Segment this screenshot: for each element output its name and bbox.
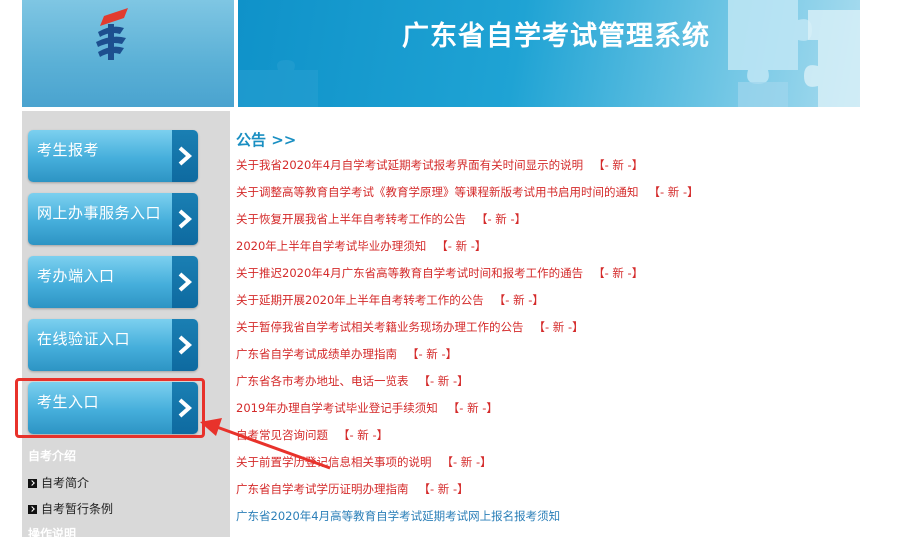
chevron-right-icon — [172, 130, 198, 182]
puzzle-decoration-icon — [728, 0, 860, 107]
nav-button-label: 考办端入口 — [37, 267, 115, 285]
notice-text: 关于我省2020年4月自学考试延期考试报考界面有关时间显示的说明 — [236, 158, 584, 172]
new-badge: 【- 新 -】 — [338, 428, 389, 442]
sidebar: 考生报考 网上办事服务入口 考办端入口 在线验证入口 考生入口 自考介绍 自考简… — [22, 111, 230, 541]
chevron-right-icon — [172, 256, 198, 308]
nav-button-online-services[interactable]: 网上办事服务入口 — [28, 193, 198, 245]
notice-link[interactable]: 广东省2020年4月高等教育自学考试延期考试网上报名报考须知 — [236, 507, 699, 534]
nav-button-exam-office[interactable]: 考办端入口 — [28, 256, 198, 308]
notice-text: 关于延期开展2020年上半年自考转考工作的公告 — [236, 293, 484, 307]
notice-link[interactable]: 广东省各市考办地址、电话一览表 【- 新 -】 — [236, 372, 699, 399]
nav-button-online-verification[interactable]: 在线验证入口 — [28, 319, 198, 371]
notice-link[interactable]: 广东省自学考试学历证明办理指南 【- 新 -】 — [236, 480, 699, 507]
new-badge: 【- 新 -】 — [441, 455, 492, 469]
chevron-right-icon — [172, 319, 198, 371]
new-badge: 【- 新 -】 — [493, 293, 544, 307]
new-badge: 【- 新 -】 — [447, 401, 498, 415]
sidebar-link-intro[interactable]: 自考简介 — [28, 474, 89, 491]
notice-text: 广东省自学考试学历证明办理指南 — [236, 482, 409, 496]
sidebar-section-instructions-heading: 操作说明 — [28, 527, 77, 541]
notice-link[interactable]: 关于恢复开展我省上半年自考转考工作的公告 【- 新 -】 — [236, 210, 699, 237]
notice-link[interactable]: 关于暂停我省自学考试相关考籍业务现场办理工作的公告 【- 新 -】 — [236, 318, 699, 345]
puzzle-left-decoration-icon — [238, 60, 318, 107]
notice-text: 关于恢复开展我省上半年自考转考工作的公告 — [236, 212, 466, 226]
notice-heading: 公告 >> — [236, 131, 297, 149]
bullet-arrow-icon — [28, 505, 37, 514]
new-badge: 【- 新 -】 — [533, 320, 584, 334]
chevron-right-icon — [172, 193, 198, 245]
new-badge: 【- 新 -】 — [593, 266, 644, 280]
header-banner: 广东省自学考试管理系统 — [238, 0, 860, 107]
notice-link[interactable]: 关于推迟2020年4月广东省高等教育自学考试时间和报考工作的通告 【- 新 -】 — [236, 264, 699, 291]
notice-link[interactable]: 关于我省2020年4月自学考试延期考试报考界面有关时间显示的说明 【- 新 -】 — [236, 156, 699, 183]
system-title: 广东省自学考试管理系统 — [402, 21, 710, 52]
new-badge: 【- 新 -】 — [648, 185, 699, 199]
sidebar-link-label: 自考暂行条例 — [41, 502, 114, 516]
notice-link[interactable]: 广东省自学考试成绩单办理指南 【- 新 -】 — [236, 345, 699, 372]
notice-text: 广东省各市考办地址、电话一览表 — [236, 374, 409, 388]
notice-text: 广东省自学考试成绩单办理指南 — [236, 347, 397, 361]
notice-link[interactable]: 关于调整高等教育自学考试《教育学原理》等课程新版考试用书启用时间的通知 【- 新 … — [236, 183, 699, 210]
notice-text: 广东省2020年4月高等教育自学考试延期考试网上报名报考须知 — [236, 509, 561, 523]
notice-text: 2020年上半年自学考试毕业办理须知 — [236, 239, 427, 253]
logo-icon — [96, 8, 128, 60]
nav-button-label: 在线验证入口 — [37, 330, 131, 348]
new-badge: 【- 新 -】 — [407, 347, 458, 361]
nav-button-exam-registration[interactable]: 考生报考 — [28, 130, 198, 182]
nav-button-label: 考生报考 — [37, 141, 100, 159]
notice-list: 关于我省2020年4月自学考试延期考试报考界面有关时间显示的说明 【- 新 -】 … — [236, 156, 699, 534]
sidebar-section-intro-heading: 自考介绍 — [28, 449, 77, 463]
new-badge: 【- 新 -】 — [418, 374, 469, 388]
new-badge: 【- 新 -】 — [418, 482, 469, 496]
notice-text: 关于暂停我省自学考试相关考籍业务现场办理工作的公告 — [236, 320, 524, 334]
sidebar-link-regulations[interactable]: 自考暂行条例 — [28, 500, 113, 517]
new-badge: 【- 新 -】 — [593, 158, 644, 172]
nav-button-label: 网上办事服务入口 — [37, 204, 162, 222]
sidebar-link-label: 自考简介 — [41, 476, 90, 490]
new-badge: 【- 新 -】 — [436, 239, 487, 253]
notice-link[interactable]: 2020年上半年自学考试毕业办理须知 【- 新 -】 — [236, 237, 699, 264]
bullet-arrow-icon — [28, 479, 37, 488]
annotation-arrow-icon — [200, 418, 331, 470]
notice-text: 关于调整高等教育自学考试《教育学原理》等课程新版考试用书启用时间的通知 — [236, 185, 639, 199]
header-logo-panel — [22, 0, 234, 107]
notice-text: 关于推迟2020年4月广东省高等教育自学考试时间和报考工作的通告 — [236, 266, 584, 280]
annotation-highlight-box — [15, 378, 205, 438]
new-badge: 【- 新 -】 — [476, 212, 527, 226]
notice-link[interactable]: 关于延期开展2020年上半年自考转考工作的公告 【- 新 -】 — [236, 291, 699, 318]
